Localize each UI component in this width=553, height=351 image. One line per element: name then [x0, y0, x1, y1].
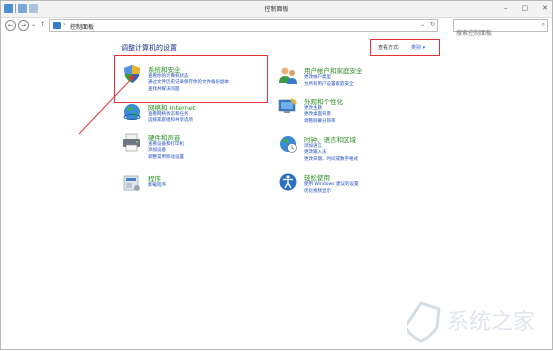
- watermark-text: 系统之家: [447, 310, 535, 335]
- control-panel-window: 控制面板 – □ ✕ ← → ⌄ ↑ › 控制面板 ⌄ ↻ ⌕ 调整计算机的设置…: [0, 0, 553, 350]
- watermark-logo: 系统之家: [407, 301, 535, 343]
